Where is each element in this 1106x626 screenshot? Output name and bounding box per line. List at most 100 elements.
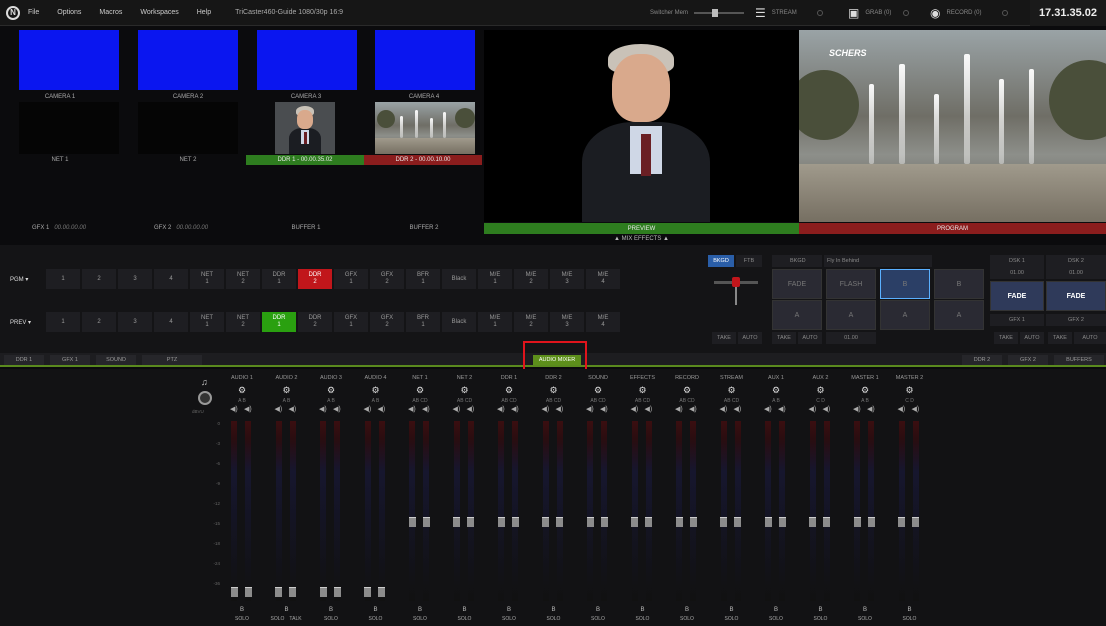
follow-b-toggle[interactable]: B <box>224 607 260 613</box>
channel-settings-gear-icon[interactable]: ⚙ <box>860 385 870 395</box>
follow-b-toggle[interactable]: B <box>313 607 349 613</box>
volume-fader[interactable] <box>689 517 697 527</box>
camera-2-monitor[interactable] <box>138 30 238 90</box>
tab-buffers[interactable]: BUFFERS <box>1054 355 1104 365</box>
solo-button[interactable]: SOLO <box>580 616 616 622</box>
speaker-icon[interactable]: ◀) <box>556 405 564 413</box>
dsk-2-auto[interactable]: AUTO <box>1074 332 1106 344</box>
speaker-icon[interactable]: ◀) <box>823 405 831 413</box>
pgm-btn-net1[interactable]: NET 1 <box>190 269 224 289</box>
volume-fader[interactable] <box>230 587 238 597</box>
follow-b-toggle[interactable]: B <box>803 607 839 613</box>
speaker-icon[interactable]: ◀) <box>809 405 817 413</box>
dsk-1-rate[interactable]: 01.00 <box>990 267 1044 279</box>
follow-b-toggle[interactable]: B <box>580 607 616 613</box>
solo-button[interactable]: SOLO <box>758 616 794 622</box>
channel-settings-gear-icon[interactable]: ⚙ <box>504 385 514 395</box>
volume-fader[interactable] <box>453 517 460 527</box>
prev-btn-net1[interactable]: NET 1 <box>190 312 224 332</box>
transition-tile-8[interactable]: A <box>934 300 984 330</box>
menu-macros[interactable]: Macros <box>99 9 122 16</box>
volume-fader[interactable] <box>823 517 830 527</box>
talk-button[interactable]: TALK <box>287 616 305 622</box>
channel-bus-labels[interactable]: AB CD <box>714 398 750 404</box>
prev-btn-me2[interactable]: M/E 2 <box>514 312 548 332</box>
channel-bus-labels[interactable]: AB CD <box>402 398 438 404</box>
pgm-btn-1[interactable]: 1 <box>46 269 80 289</box>
follow-b-toggle[interactable]: B <box>269 607 305 613</box>
speaker-icon[interactable]: ◀) <box>898 405 906 413</box>
channel-bus-labels[interactable]: C D <box>803 398 839 404</box>
channel-settings-gear-icon[interactable]: ⚙ <box>816 385 826 395</box>
volume-fader[interactable] <box>422 517 430 527</box>
follow-b-toggle[interactable]: B <box>758 607 794 613</box>
camera-1-monitor[interactable] <box>19 30 119 90</box>
transition-rate[interactable]: 01.00 <box>826 332 876 344</box>
bkgd-take-button[interactable]: TAKE <box>712 332 736 344</box>
follow-b-toggle[interactable]: B <box>892 607 928 613</box>
channel-bus-labels[interactable]: AB CD <box>491 398 527 404</box>
pgm-btn-me4[interactable]: M/E 4 <box>586 269 620 289</box>
volume-fader[interactable] <box>556 517 563 527</box>
speaker-icon[interactable]: ◀) <box>778 405 786 413</box>
bkgd-button[interactable]: BKGD <box>708 255 734 267</box>
volume-fader[interactable] <box>734 517 741 527</box>
tab-ptz[interactable]: PTZ <box>142 355 202 365</box>
prev-btn-me1[interactable]: M/E 1 <box>478 312 512 332</box>
channel-settings-gear-icon[interactable]: ⚙ <box>415 385 425 395</box>
volume-fader[interactable] <box>809 517 816 527</box>
speaker-icon[interactable]: ◀) <box>675 405 683 413</box>
t-bar[interactable] <box>714 275 758 305</box>
speaker-icon[interactable]: ◀) <box>600 405 608 413</box>
dsk-1-source[interactable]: GFX 1 <box>990 314 1044 326</box>
follow-b-toggle[interactable]: B <box>536 607 572 613</box>
pgm-btn-bfr1[interactable]: BFR 1 <box>406 269 440 289</box>
follow-b-toggle[interactable]: B <box>714 607 750 613</box>
solo-button[interactable]: SOLO <box>669 616 705 622</box>
switcher-mem[interactable]: Switcher Mem <box>650 0 745 26</box>
tab-ddr1[interactable]: DDR 1 <box>4 355 44 365</box>
prev-btn-me3[interactable]: M/E 3 <box>550 312 584 332</box>
volume-fader[interactable] <box>853 517 861 527</box>
dsk-1-header[interactable]: DSK 1 <box>990 255 1044 267</box>
dsk-1-auto[interactable]: AUTO <box>1020 332 1044 344</box>
speaker-icon[interactable]: ◀) <box>275 405 283 413</box>
headphone-volume-knob[interactable] <box>198 391 212 405</box>
net-2-monitor[interactable] <box>138 102 238 154</box>
pgm-btn-me2[interactable]: M/E 2 <box>514 269 548 289</box>
solo-button[interactable]: SOLO <box>491 616 527 622</box>
channel-settings-gear-icon[interactable]: ⚙ <box>326 385 336 395</box>
pgm-btn-me1[interactable]: M/E 1 <box>478 269 512 289</box>
prev-btn-net2[interactable]: NET 2 <box>226 312 260 332</box>
dsk-2-take[interactable]: TAKE <box>1048 332 1072 344</box>
pgm-btn-2[interactable]: 2 <box>82 269 116 289</box>
volume-fader[interactable] <box>408 517 416 527</box>
speaker-icon[interactable]: ◀) <box>467 405 475 413</box>
volume-fader[interactable] <box>364 587 371 597</box>
speaker-icon[interactable]: ◀) <box>378 405 386 413</box>
prev-btn-me4[interactable]: M/E 4 <box>586 312 620 332</box>
volume-fader[interactable] <box>333 587 341 597</box>
mix-effects-toggle[interactable]: ▲ MIX EFFECTS ▲ <box>484 234 799 244</box>
volume-fader[interactable] <box>497 517 505 527</box>
solo-button[interactable]: SOLO <box>536 616 572 622</box>
tab-gfx2[interactable]: GFX 2 <box>1008 355 1048 365</box>
volume-fader[interactable] <box>898 517 905 527</box>
net-1-monitor[interactable] <box>19 102 119 154</box>
channel-bus-labels[interactable]: A B <box>847 398 883 404</box>
channel-bus-labels[interactable]: A B <box>269 398 305 404</box>
channel-bus-labels[interactable]: AB CD <box>625 398 661 404</box>
channel-settings-gear-icon[interactable]: ⚙ <box>371 385 381 395</box>
menu-file[interactable]: File <box>28 9 39 16</box>
transition-tile-4[interactable]: B <box>934 269 984 299</box>
tricaster-logo-icon[interactable]: N <box>6 5 20 20</box>
menu-help[interactable]: Help <box>197 9 211 16</box>
follow-b-toggle[interactable]: B <box>402 607 438 613</box>
channel-bus-labels[interactable]: A B <box>224 398 260 404</box>
volume-fader[interactable] <box>912 517 919 527</box>
volume-fader[interactable] <box>289 587 296 597</box>
solo-button[interactable]: SOLO <box>269 616 287 622</box>
speaker-icon[interactable]: ◀) <box>689 405 697 413</box>
dsk-2-rate[interactable]: 01.00 <box>1046 267 1106 279</box>
prev-btn-3[interactable]: 3 <box>118 312 152 332</box>
